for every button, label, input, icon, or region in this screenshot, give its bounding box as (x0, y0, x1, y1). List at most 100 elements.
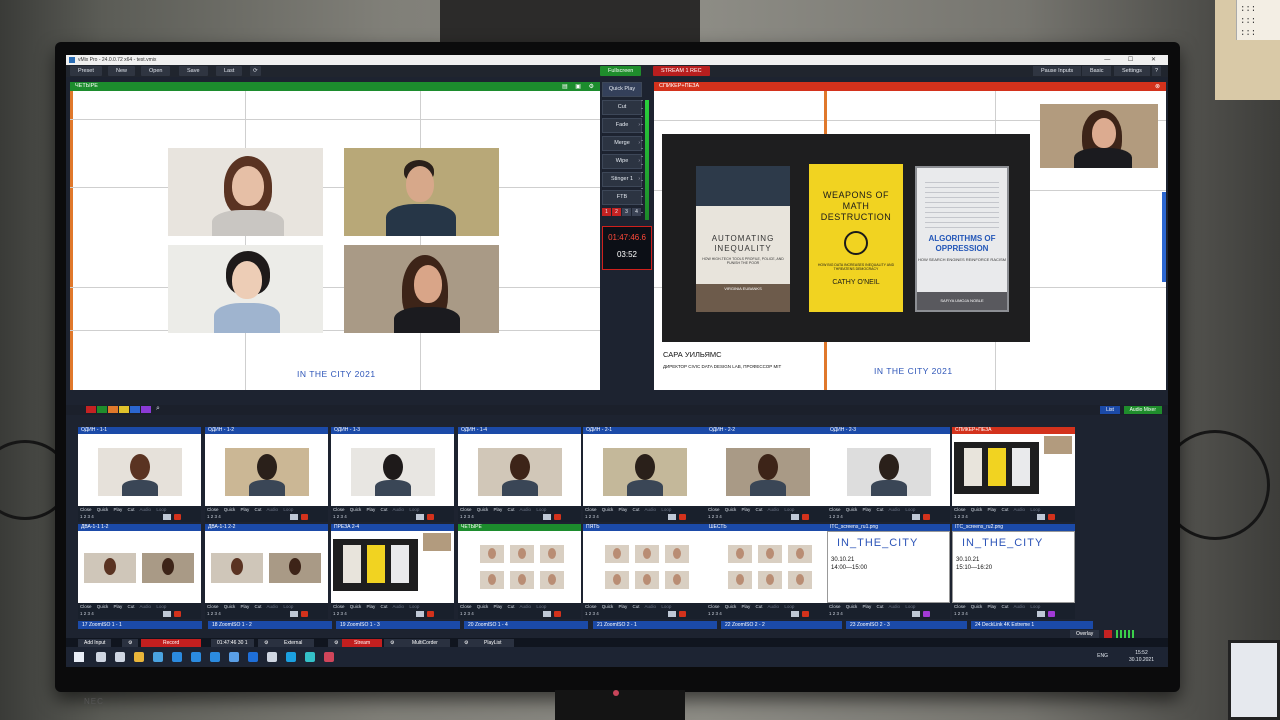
overlay-3-button[interactable]: 3 (622, 208, 631, 216)
help-button[interactable]: ? (1152, 66, 1162, 76)
taskbar-app-icon[interactable] (248, 652, 258, 662)
overlay-button[interactable]: Overlay (1070, 630, 1100, 638)
audio-button[interactable]: Audio (393, 507, 410, 512)
monitor-icon[interactable] (791, 514, 799, 520)
input-thumbnail[interactable]: IN_THE_CITY 30.10.21 15:10—16:20 (952, 531, 1075, 603)
close-button[interactable]: Close (333, 507, 350, 512)
cut-button[interactable]: Cut (255, 507, 267, 512)
input-thumbnail[interactable] (205, 434, 328, 506)
taskbar-app-icon[interactable] (286, 652, 296, 662)
last-button[interactable]: Last (216, 66, 243, 76)
taskbar-app-icon[interactable] (210, 652, 220, 662)
monitor-icon[interactable] (290, 611, 298, 617)
close-icon[interactable]: ⊗ (1155, 83, 1163, 92)
loop-button[interactable]: Loop (661, 604, 671, 609)
wipe-button[interactable]: Wipe › (602, 154, 642, 169)
settings-icon[interactable] (427, 514, 434, 520)
quick-play-button[interactable]: Quick Play (725, 604, 756, 609)
preset-button[interactable]: Preset (70, 66, 102, 76)
monitor-icon[interactable] (163, 611, 171, 617)
close-button[interactable]: Close (954, 604, 971, 609)
overlay-numbers[interactable]: 1 2 3 4 (78, 514, 201, 521)
settings-button[interactable]: Settings (1114, 66, 1150, 76)
overlay-4-button[interactable]: 4 (632, 208, 641, 216)
input-tile[interactable]: ОДИН - 1-4 Close Quick Play Cut Audio Loo… (458, 427, 581, 522)
overlay-numbers[interactable]: 1 2 3 4 (827, 611, 950, 618)
save-button[interactable]: Save (179, 66, 208, 76)
cut-button[interactable]: Cut (877, 604, 889, 609)
audio-button[interactable]: Audio (1014, 507, 1031, 512)
input-tile[interactable]: ОДИН - 1-1 Close Quick Play Cut Audio Loo… (78, 427, 201, 522)
close-button[interactable]: Close (80, 507, 97, 512)
quick-play-button[interactable]: Quick Play (477, 604, 508, 609)
loop-button[interactable]: Loop (283, 604, 293, 609)
overlay-numbers[interactable]: 1 2 3 4 (78, 611, 201, 618)
overlay-numbers[interactable]: 1 2 3 4 (952, 611, 1075, 618)
input-thumbnail[interactable] (458, 434, 581, 506)
quick-play-button[interactable]: Quick Play (477, 507, 508, 512)
input-tile[interactable]: ДВА-1-1 2-2 Close Quick Play Cut Audio Lo… (205, 524, 328, 619)
cut-button[interactable]: Cut (381, 604, 393, 609)
image-icon[interactable] (1048, 611, 1055, 617)
input-thumbnail[interactable] (706, 434, 829, 506)
loop-button[interactable]: Loop (536, 604, 546, 609)
settings-icon[interactable] (301, 611, 308, 617)
input-tile[interactable]: ЧЕТЫРЕ Close Quick Play Cut Audio Loop 1 … (458, 524, 581, 619)
input-thumbnail[interactable] (331, 434, 454, 506)
quick-play-button[interactable]: Quick Play (602, 82, 642, 97)
iso-input-row[interactable]: 20 ZoomISO 1 - 4 (464, 621, 588, 629)
overlay-numbers[interactable]: 1 2 3 4 (952, 514, 1075, 521)
audio-button[interactable]: Audio (768, 507, 785, 512)
loop-button[interactable]: Loop (409, 507, 419, 512)
audio-button[interactable]: Audio (768, 604, 785, 609)
iso-input-row[interactable]: 21 ZoomISO 2 - 1 (593, 621, 717, 629)
cut-button[interactable]: Cut (508, 507, 520, 512)
settings-icon[interactable] (802, 611, 809, 617)
settings-icon[interactable] (679, 611, 686, 617)
cut-button[interactable]: Cut (508, 604, 520, 609)
cut-button[interactable]: Cut (1002, 507, 1014, 512)
input-thumbnail[interactable] (583, 531, 706, 603)
fade-button[interactable]: Fade › (602, 118, 642, 133)
basic-button[interactable]: Basic (1082, 66, 1112, 76)
settings-icon[interactable] (554, 514, 561, 520)
cut-button[interactable]: Cut (602, 100, 642, 115)
merge-button[interactable]: Merge › (602, 136, 642, 151)
close-button[interactable]: Close (585, 604, 602, 609)
system-clock[interactable]: 15:52 30.10.2021 (1129, 650, 1154, 664)
new-button[interactable]: New (108, 66, 136, 76)
external-button[interactable]: External (272, 639, 315, 647)
audio-button[interactable]: Audio (520, 604, 537, 609)
taskbar-app-icon[interactable] (324, 652, 334, 662)
gear-icon[interactable]: ⚙ (122, 639, 139, 647)
quick-play-button[interactable]: Quick Play (602, 507, 633, 512)
preview-pane[interactable]: ЧЕТЫРЕ ▤ ▣ ⚙ IN THE CITY 2021 (70, 82, 600, 390)
cut-button[interactable]: Cut (128, 507, 140, 512)
search-icon[interactable]: ⌕ (156, 405, 160, 413)
input-thumbnail[interactable]: IN_THE_CITY 30.10.21 14:00—15:00 (827, 531, 950, 603)
close-button[interactable]: Close (829, 507, 846, 512)
overlay-numbers[interactable]: 1 2 3 4 (458, 514, 581, 521)
cut-button[interactable]: Cut (381, 507, 393, 512)
quick-play-button[interactable]: Quick Play (97, 604, 128, 609)
cut-button[interactable]: Cut (756, 604, 768, 609)
close-button[interactable]: Close (80, 604, 97, 609)
settings-icon[interactable] (1048, 514, 1055, 520)
cut-button[interactable]: Cut (255, 604, 267, 609)
taskbar-app-icon[interactable] (229, 652, 239, 662)
loop-button[interactable]: Loop (409, 604, 419, 609)
loop-button[interactable]: Loop (784, 604, 794, 609)
overlay-numbers[interactable]: 1 2 3 4 (827, 514, 950, 521)
taskbar-app-icon[interactable] (134, 652, 144, 662)
taskbar-app-icon[interactable] (191, 652, 201, 662)
overlay-numbers[interactable]: 1 2 3 4 (706, 514, 829, 521)
settings-icon[interactable] (554, 611, 561, 617)
close-button[interactable]: Close (829, 604, 846, 609)
input-tile[interactable]: ОДИН - 1-3 Close Quick Play Cut Audio Loo… (331, 427, 454, 522)
taskbar-app-icon[interactable] (305, 652, 315, 662)
quick-play-button[interactable]: Quick Play (846, 507, 877, 512)
input-tile[interactable]: ДВА-1-1 1-2 Close Quick Play Cut Audio Lo… (78, 524, 201, 619)
input-thumbnail[interactable] (205, 531, 328, 603)
add-input-button[interactable]: Add Input (78, 639, 112, 647)
overlay-1-button[interactable]: 1 (602, 208, 611, 216)
